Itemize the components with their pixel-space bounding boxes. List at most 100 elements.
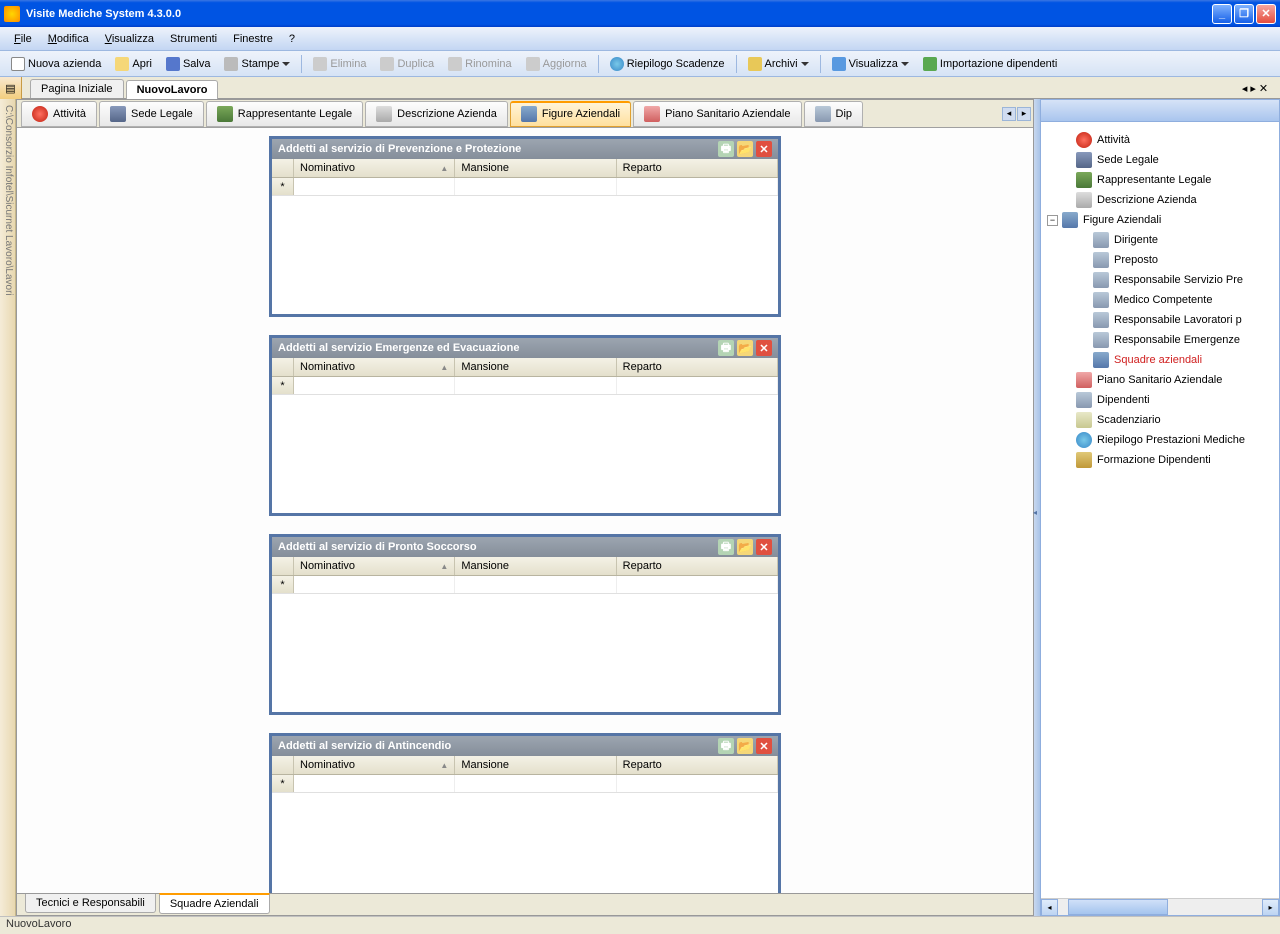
person-icon [217,106,233,122]
side-panel-tab[interactable]: C:\Consorzio Infotel\Sicurnet Lavoro\Lav… [0,99,16,916]
panel-open-button[interactable]: 📂 [737,340,753,356]
col-nominativo[interactable]: Nominativo▲ [294,159,455,177]
tb-riepilogo[interactable]: Riepilogo Scadenze [604,55,731,73]
tree-piano[interactable]: Piano Sanitario Aziendale [1043,370,1277,390]
menu-visualizza[interactable]: Visualizza [97,30,162,48]
panel-print-button[interactable]: 🖶 [718,738,734,754]
app-icon [4,6,20,22]
col-nominativo[interactable]: Nominativo▲ [294,756,455,774]
col-mansione[interactable]: Mansione [455,358,616,376]
tree-rsp[interactable]: Responsabile Servizio Pre [1043,270,1277,290]
tab-prev-icon[interactable]: ◂ [1242,82,1248,95]
tb-visualizza[interactable]: Visualizza [826,55,915,73]
grid-emergenze[interactable]: Nominativo▲ Mansione Reparto * [272,358,778,513]
rtab-attivita[interactable]: Attività [21,101,97,127]
user-icon [1093,252,1109,268]
close-button[interactable]: ✕ [1256,4,1276,24]
col-reparto[interactable]: Reparto [617,756,778,774]
panel-delete-button[interactable]: ✕ [756,539,772,555]
maximize-button[interactable]: ❐ [1234,4,1254,24]
minimize-button[interactable]: _ [1212,4,1232,24]
col-mansione[interactable]: Mansione [455,756,616,774]
col-reparto[interactable]: Reparto [617,557,778,575]
col-mansione[interactable]: Mansione [455,159,616,177]
tab-next-icon[interactable]: ▸ [1250,82,1256,95]
bottom-tabs: Tecnici e Responsabili Squadre Aziendali [17,893,1033,915]
tree-rappresentante[interactable]: Rappresentante Legale [1043,170,1277,190]
tree-formazione[interactable]: Formazione Dipendenti [1043,450,1277,470]
tab-menu-icon[interactable]: ▤ [0,77,22,99]
panel-print-button[interactable]: 🖶 [718,340,734,356]
tab-close-icon[interactable]: ✕ [1259,82,1268,95]
col-reparto[interactable]: Reparto [617,159,778,177]
tree-scadenziario[interactable]: Scadenziario [1043,410,1277,430]
tree-rls[interactable]: Responsabile Lavoratori p [1043,310,1277,330]
grid-prevenzione[interactable]: Nominativo▲ Mansione Reparto * [272,159,778,314]
tree-descrizione[interactable]: Descrizione Azienda [1043,190,1277,210]
panel-delete-button[interactable]: ✕ [756,141,772,157]
main-window: Visite Mediche System 4.3.0.0 _ ❐ ✕ File… [0,0,1280,934]
scroll-right-button[interactable]: ▸ [1262,899,1279,916]
tree-remer[interactable]: Responsabile Emergenze [1043,330,1277,350]
ribbon-next-button[interactable]: ▸ [1017,107,1031,121]
panel-delete-button[interactable]: ✕ [756,340,772,356]
tree-attivita[interactable]: Attività [1043,130,1277,150]
document-tabs: ▤ Pagina Iniziale NuovoLavoro ◂ ▸ ✕ [0,77,1280,99]
rtab-dip[interactable]: Dip [804,101,864,127]
new-row[interactable]: * [272,377,778,395]
rtab-figure[interactable]: Figure Aziendali [510,101,631,127]
tab-nuovo-lavoro[interactable]: NuovoLavoro [126,80,219,99]
tree-dirigente[interactable]: Dirigente [1043,230,1277,250]
tb-apri[interactable]: Apri [109,55,158,73]
btab-tecnici[interactable]: Tecnici e Responsabili [25,894,156,913]
panel-delete-button[interactable]: ✕ [756,738,772,754]
building-icon [1076,152,1092,168]
row-new-indicator: * [272,576,294,593]
menu-strumenti[interactable]: Strumenti [162,30,225,48]
ribbon-prev-button[interactable]: ◂ [1002,107,1016,121]
tree-figure[interactable]: −Figure Aziendali [1043,210,1277,230]
panel-open-button[interactable]: 📂 [737,539,753,555]
shield-icon [1076,452,1092,468]
rtab-piano[interactable]: Piano Sanitario Aziendale [633,101,801,127]
rtab-rappresentante[interactable]: Rappresentante Legale [206,101,363,127]
h-scrollbar[interactable]: ◂ ▸ [1041,898,1279,915]
grid-pronto-soccorso[interactable]: Nominativo▲ Mansione Reparto * [272,557,778,712]
col-mansione[interactable]: Mansione [455,557,616,575]
col-nominativo[interactable]: Nominativo▲ [294,557,455,575]
scroll-left-button[interactable]: ◂ [1041,899,1058,916]
menu-file[interactable]: File [6,30,40,48]
panel-print-button[interactable]: 🖶 [718,141,734,157]
panel-open-button[interactable]: 📂 [737,141,753,157]
new-row[interactable]: * [272,775,778,793]
col-reparto[interactable]: Reparto [617,358,778,376]
btab-squadre[interactable]: Squadre Aziendali [159,893,270,914]
tb-stampe[interactable]: Stampe [218,55,296,73]
tree-preposto[interactable]: Preposto [1043,250,1277,270]
tb-nuova-azienda[interactable]: Nuova azienda [5,55,107,73]
col-nominativo[interactable]: Nominativo▲ [294,358,455,376]
tb-salva[interactable]: Salva [160,55,217,73]
tree-squadre[interactable]: Squadre aziendali [1043,350,1277,370]
rtab-sede[interactable]: Sede Legale [99,101,204,127]
grid-antincendio[interactable]: Nominativo▲ Mansione Reparto * [272,756,778,893]
splitter[interactable] [1034,99,1040,916]
panel-open-button[interactable]: 📂 [737,738,753,754]
menu-help[interactable]: ? [281,30,303,48]
collapse-icon[interactable]: − [1047,215,1058,226]
tree-riepilogo[interactable]: Riepilogo Prestazioni Mediche [1043,430,1277,450]
menu-finestre[interactable]: Finestre [225,30,281,48]
new-row[interactable]: * [272,576,778,594]
tb-importazione[interactable]: Importazione dipendenti [917,55,1063,73]
tb-archivi[interactable]: Archivi [742,55,815,73]
panel-print-button[interactable]: 🖶 [718,539,734,555]
rtab-descrizione[interactable]: Descrizione Azienda [365,101,508,127]
tab-pagina-iniziale[interactable]: Pagina Iniziale [30,79,124,98]
tree-medico[interactable]: Medico Competente [1043,290,1277,310]
tree-dipendenti[interactable]: Dipendenti [1043,390,1277,410]
new-row[interactable]: * [272,178,778,196]
scroll-thumb[interactable] [1068,899,1168,915]
menu-modifica[interactable]: Modifica [40,30,97,48]
panel-title: Addetti al servizio di Pronto Soccorso [278,541,715,553]
tree-sede[interactable]: Sede Legale [1043,150,1277,170]
